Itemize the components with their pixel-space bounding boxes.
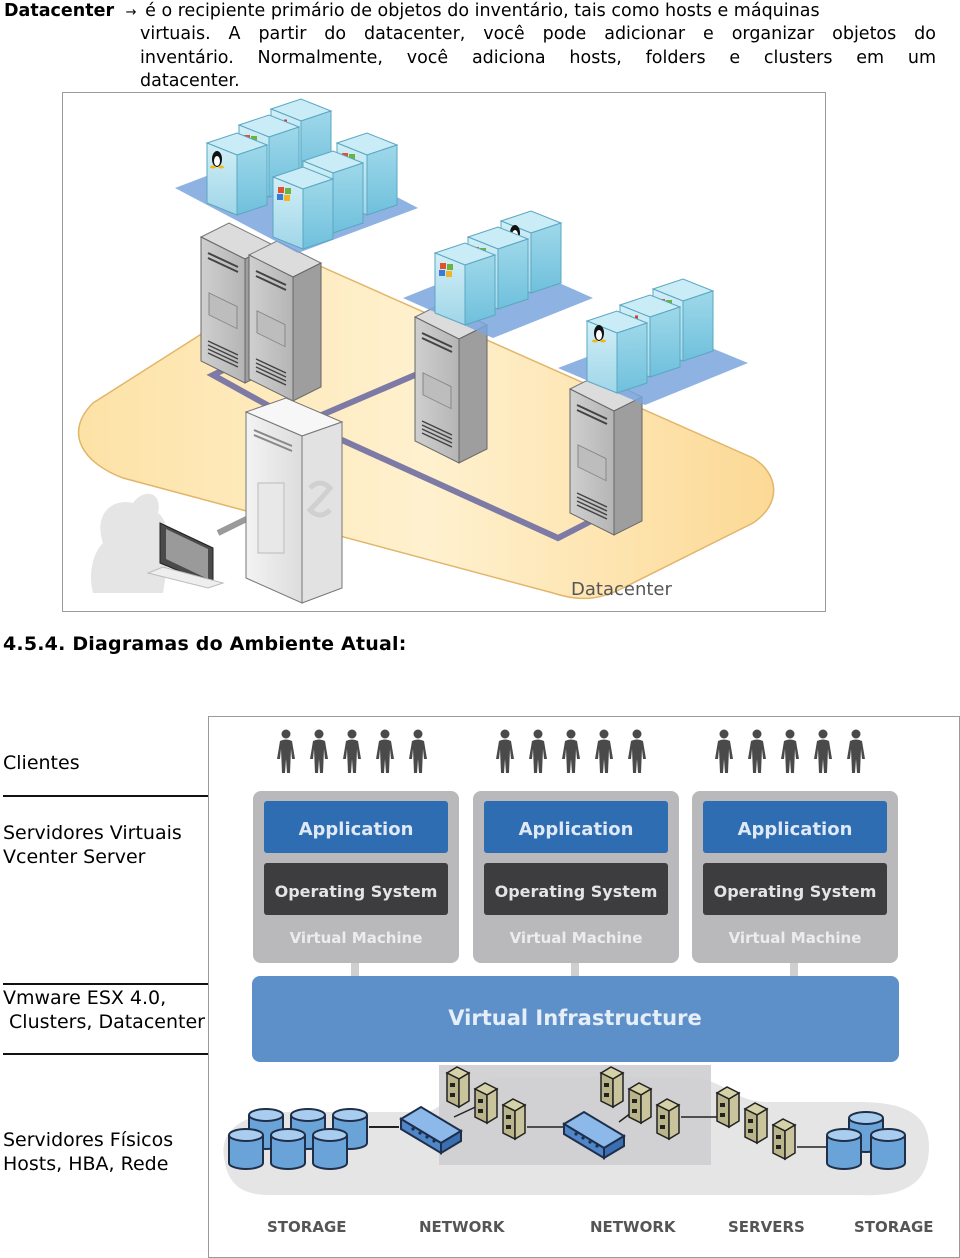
user-group-3 (715, 729, 865, 773)
virtual-infrastructure-diagram: Application Operating System Virtual Mac… (223, 729, 934, 1236)
layer-divider-2 (3, 983, 209, 985)
vm-stack-1: Application Operating System Virtual Mac… (253, 791, 459, 963)
svg-text:Application: Application (519, 819, 634, 840)
layer-label-clients: Clientes (3, 752, 80, 774)
term-datacenter: Datacenter (4, 1, 115, 21)
admin-workstation (91, 493, 225, 593)
intro-line-1: Datacenter → é o recipiente primário de … (4, 0, 936, 25)
svg-text:Application: Application (738, 819, 853, 840)
section-heading: 4.5.4. Diagramas do Ambiente Atual: (3, 633, 407, 655)
label-storage-right: STORAGE (854, 1218, 934, 1236)
datacenter-caption: Datacenter (571, 579, 672, 600)
intro-line-1-text: é o recipiente primário de objetos do in… (145, 1, 820, 21)
svg-text:Application: Application (299, 819, 414, 840)
svg-text:Operating System: Operating System (714, 882, 877, 901)
svg-text:Virtual Machine: Virtual Machine (729, 929, 862, 947)
virtual-infrastructure-label: Virtual Infrastructure (448, 1006, 701, 1030)
vm-stack-2: Application Operating System Virtual Mac… (473, 791, 679, 963)
label-network-2: NETWORK (590, 1218, 677, 1236)
user-group-2 (496, 729, 646, 773)
svg-text:Operating System: Operating System (275, 882, 438, 901)
label-servers: SERVERS (728, 1218, 805, 1236)
intro-line-2: virtuais. A partir do datacenter, você p… (140, 24, 936, 44)
svg-text:Virtual Machine: Virtual Machine (290, 929, 423, 947)
svg-text:Virtual Machine: Virtual Machine (510, 929, 643, 947)
layer-label-physical: Servidores Físicos Hosts, HBA, Rede (3, 1129, 174, 1175)
layer-label-virtual-servers: Servidores Virtuais Vcenter Server (3, 822, 182, 868)
intro-line-4: datacenter. (140, 71, 240, 91)
layer-label-esx: Vmware ESX 4.0, Clusters, Datacenter (3, 987, 205, 1033)
svg-text:Operating System: Operating System (495, 882, 658, 901)
vm-stack-3: Application Operating System Virtual Mac… (692, 791, 898, 963)
arrow-icon: → (125, 5, 137, 20)
intro-line-3: inventário. Normalmente, você adiciona h… (140, 48, 936, 68)
user-group-1 (277, 729, 427, 773)
datacenter-illustration: N Datacenter (77, 98, 775, 604)
datacenter-figure: N Datacenter (62, 92, 826, 612)
vcenter-server (244, 397, 344, 604)
label-network-1: NETWORK (419, 1218, 506, 1236)
label-storage-left: STORAGE (267, 1218, 347, 1236)
layer-divider-1 (3, 795, 209, 797)
storage-left (228, 1108, 368, 1170)
layer-divider-3 (3, 1053, 209, 1055)
virtual-infrastructure-figure: Application Operating System Virtual Mac… (208, 716, 960, 1258)
